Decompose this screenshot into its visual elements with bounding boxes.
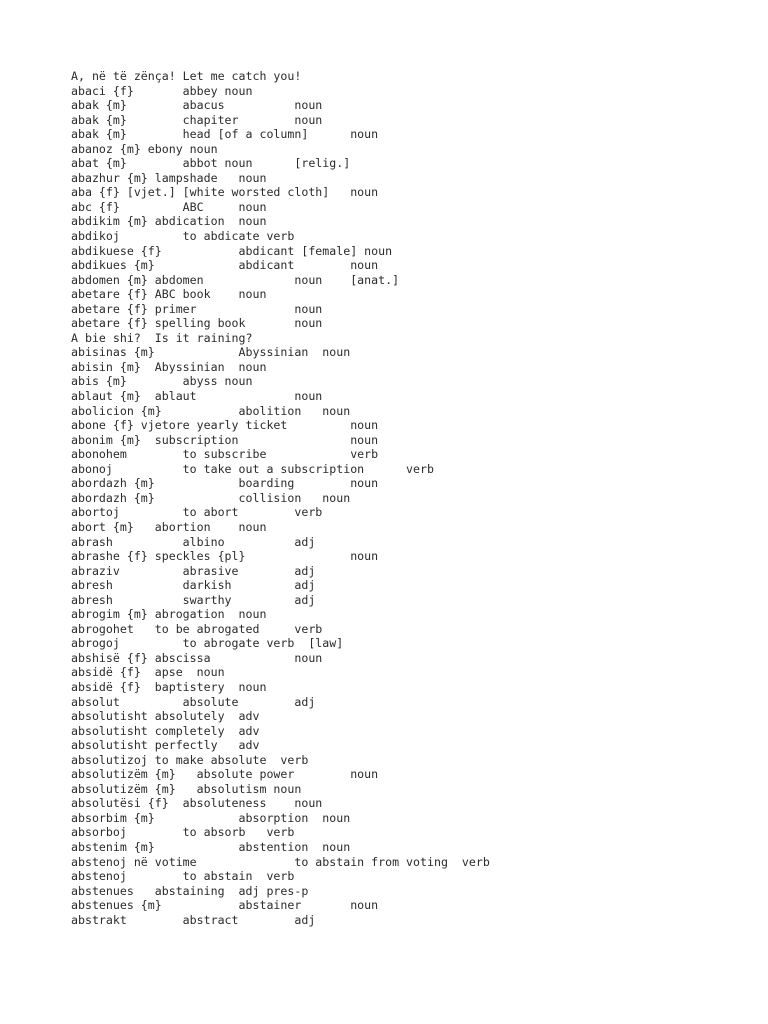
dictionary-entry-line: abstenues {m} abstainer noun: [71, 898, 379, 913]
dictionary-entry-line: absolutisht completely adv: [71, 723, 260, 738]
dictionary-entry-line: A, në të zënça! Let me catch you!: [71, 69, 302, 83]
dictionary-entry-line: abetare {f} spelling book noun: [71, 316, 323, 331]
dictionary-entry-line: abrogohet to be abrogated verb: [71, 621, 323, 636]
dictionary-entry-line: abstenoj to abstain verb: [71, 869, 295, 884]
dictionary-entry-line: abak {m} abacus noun: [71, 98, 323, 113]
dictionary-entry-line: abrogoj to abrogate verb [law]: [71, 636, 344, 651]
dictionary-entry-line: abstenim {m} abstention noun: [71, 839, 351, 854]
dictionary-entry-line: absidë {f} apse noun: [71, 665, 225, 680]
dictionary-entry-line: abak {m} chapiter noun: [71, 112, 323, 127]
dictionary-entry-line: abdikim {m} abdication noun: [71, 214, 267, 229]
dictionary-entry-line: absolutizoj to make absolute verb: [71, 752, 309, 767]
dictionary-entry-line: absolutisht absolutely adv: [71, 709, 260, 724]
dictionary-entry-line: absorbim {m} absorption noun: [71, 810, 351, 825]
dictionary-entry-line: absolutësi {f} absoluteness noun: [71, 796, 323, 811]
dictionary-entry-line: abdikoj to abdicate verb: [71, 229, 295, 244]
dictionary-entry-line: absolut absolute adj: [71, 694, 316, 709]
dictionary-entry-line: aba {f} [vjet.] [white worsted cloth] no…: [71, 185, 379, 200]
dictionary-entry-line: abshisë {f} abscissa noun: [71, 650, 323, 665]
dictionary-entry-line: abc {f} ABC noun: [71, 199, 267, 214]
dictionary-entry-line: abort {m} abortion noun: [71, 519, 267, 534]
dictionary-entry-line: absolutisht perfectly adv: [71, 738, 260, 753]
dictionary-entry-line: abetare {f} primer noun: [71, 301, 323, 316]
dictionary-entry-line: abrashe {f} speckles {pl} noun: [71, 549, 379, 564]
dictionary-entry-line: abstenues abstaining adj pres-p: [71, 883, 309, 898]
dictionary-entry-line: abrogim {m} abrogation noun: [71, 607, 267, 622]
dictionary-entry-line: abdikuese {f} abdicant [female] noun: [71, 243, 393, 258]
dictionary-entry-line: abonoj to take out a subscription verb: [71, 461, 434, 476]
dictionary-entry-line: abisinas {m} Abyssinian noun: [71, 345, 351, 360]
dictionary-entry-line: abonohem to subscribe verb: [71, 447, 379, 462]
dictionary-entry-line: A bie shi? Is it raining?: [71, 330, 253, 345]
dictionary-entry-line: abortoj to abort verb: [71, 505, 323, 520]
dictionary-entry-line: abstrakt abstract adj: [71, 912, 316, 927]
dictionary-entry-line: abraziv abrasive adj: [71, 563, 316, 578]
document-page: A, në të zënça! Let me catch you! abaci {…: [0, 0, 768, 1024]
dictionary-entry-line: abisin {m} Abyssinian noun: [71, 359, 267, 374]
dictionary-entry-line: abordazh {m} boarding noun: [71, 476, 379, 491]
dictionary-entry-line: abanoz {m} ebony noun: [71, 141, 218, 156]
dictionary-text-body: A, në të zënça! Let me catch you! abaci {…: [71, 69, 761, 927]
dictionary-entry-line: ablaut {m} ablaut noun: [71, 389, 323, 404]
dictionary-entry-line: abresh darkish adj: [71, 578, 316, 593]
dictionary-entry-line: absolutizëm {m} absolute power noun: [71, 767, 379, 782]
dictionary-entry-line: abone {f} vjetore yearly ticket noun: [71, 418, 379, 433]
dictionary-entry-line: abstenoj në votime to abstain from votin…: [71, 854, 490, 869]
dictionary-entry-line: abak {m} head [of a column] noun: [71, 127, 379, 142]
dictionary-entry-line: abolicion {m} abolition noun: [71, 403, 351, 418]
dictionary-entry-line: abetare {f} ABC book noun: [71, 287, 267, 302]
dictionary-entry-line: absorboj to absorb verb: [71, 825, 295, 840]
dictionary-entry-line: absolutizëm {m} absolutism noun: [71, 781, 302, 796]
dictionary-entry-line: abis {m} abyss noun: [71, 374, 253, 389]
dictionary-entry-line: abresh swarthy adj: [71, 592, 316, 607]
dictionary-entry-line: abdomen {m} abdomen noun [anat.]: [71, 272, 400, 287]
dictionary-entry-line: abazhur {m} lampshade noun: [71, 170, 267, 185]
dictionary-entry-line: abat {m} abbot noun [relig.]: [71, 156, 351, 171]
dictionary-entry-line: abrash albino adj: [71, 534, 316, 549]
dictionary-entry-line: abdikues {m} abdicant noun: [71, 258, 379, 273]
dictionary-entry-line: abonim {m} subscription noun: [71, 432, 379, 447]
dictionary-entry-line: abordazh {m} collision noun: [71, 490, 351, 505]
dictionary-entry-line: abaci {f} abbey noun: [71, 83, 253, 98]
dictionary-entry-line: absidë {f} baptistery noun: [71, 679, 267, 694]
